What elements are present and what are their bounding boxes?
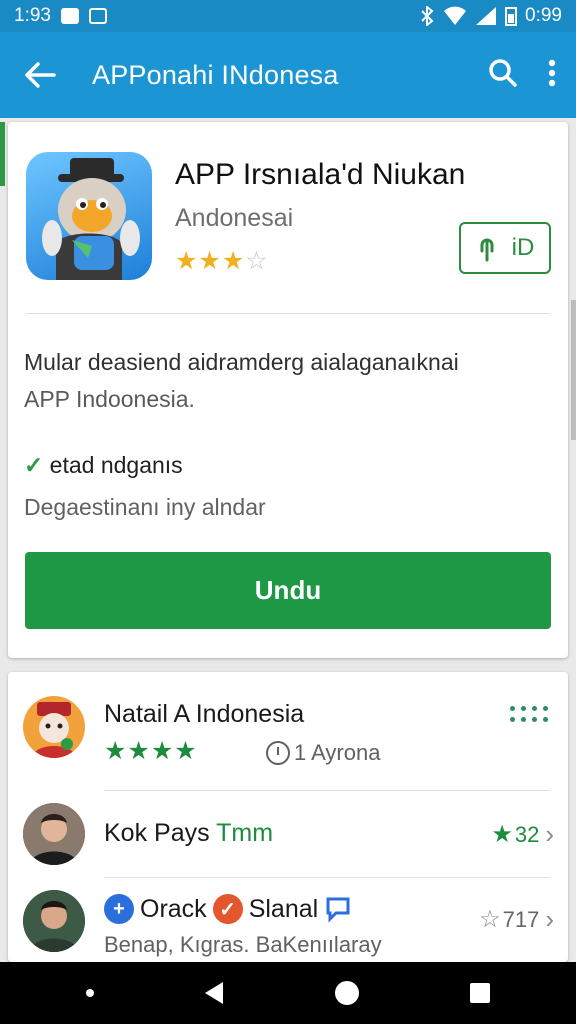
list-item-title-b: Slanal [248, 894, 319, 923]
avatar [23, 803, 85, 865]
plus-icon: + [104, 894, 134, 924]
list-item-title-a: Orack [140, 894, 207, 923]
note-text: Degaestinanı iny alndar [24, 494, 266, 520]
list-item-title-a: Kok Pays [104, 819, 217, 847]
developer-name[interactable]: Andonesai [175, 204, 293, 233]
feature-label: etad ndganıs [49, 452, 183, 478]
mascot-icon [42, 158, 140, 280]
rating-value: 32 [514, 821, 540, 847]
list-item[interactable]: Kok Pays Tmm ★ 32 › [8, 791, 568, 877]
list-item[interactable]: + Orack ✓ Slanal Benap, Kıgras. BaKenııl… [8, 878, 568, 962]
check-badge-icon: ✓ [212, 894, 243, 924]
check-icon: ✓ [24, 452, 44, 478]
star-outline-icon: ☆ [245, 247, 269, 275]
scroll-indicator [571, 300, 576, 440]
description-line-1: Mular deasiend aidramderg aialaganaıknai [24, 349, 459, 375]
touch-icon [480, 238, 494, 262]
battery-icon [505, 7, 518, 26]
list-item-meta: 1 Ayrona [266, 740, 380, 766]
more-options-button[interactable] [548, 59, 556, 92]
app-description: Mular deasiend aidramderg aialaganaıknai… [24, 344, 544, 418]
feature-item: ✓ etad ndganıs [24, 452, 183, 479]
app-bar-title: APPonahi INdonesa [92, 59, 339, 90]
star-icon: ★ [221, 247, 246, 275]
related-apps-card: Natail A Indonesia ★★★★ 1 Ayrona Kok Pay… [8, 672, 568, 962]
list-item-rating: ★ 32 › [491, 819, 554, 850]
star-outline-icon: ☆ [479, 906, 501, 933]
app-detail-card: APP Irsnıala'd Niukan Andonesai ★★★☆ iD … [8, 122, 568, 658]
install-button[interactable]: Undu [25, 552, 551, 629]
nav-home-icon[interactable] [334, 981, 359, 1005]
search-button[interactable] [488, 58, 518, 93]
mascot-avatar-icon [31, 702, 77, 758]
edge-accent [0, 122, 5, 186]
status-bar: 1:93 0:99 [0, 0, 576, 32]
app-icon [26, 152, 152, 280]
wifi-icon [444, 6, 467, 25]
list-item-title-b: Tmm [216, 819, 274, 847]
search-icon [489, 58, 517, 87]
star-icon: ★ [198, 247, 222, 275]
more-vert-icon [548, 59, 556, 86]
list-item-subtitle: Benap, Kıgras. BaKenıılaray [104, 932, 382, 957]
rating-stars: ★★★☆ [175, 246, 269, 276]
system-nav-bar [0, 962, 576, 1024]
person-avatar-icon [23, 890, 85, 952]
assistant-dot-icon[interactable] [85, 989, 94, 997]
nav-back-icon[interactable] [205, 982, 224, 1004]
apps-grid-icon[interactable] [510, 706, 548, 722]
signal-icon [476, 7, 497, 25]
list-item-title: Kok Pays Tmm [104, 819, 273, 848]
star-icon: ★ [491, 821, 513, 848]
back-button[interactable] [20, 55, 60, 95]
clock-icon [266, 741, 290, 765]
notification-icon [60, 8, 79, 24]
rating-value: 717 [502, 906, 540, 932]
notification-icon-2 [88, 8, 107, 24]
battery-percent: 0:99 [525, 5, 562, 26]
list-item-stars: ★★★★ [104, 737, 198, 765]
divider [26, 313, 550, 314]
list-item-title: + Orack ✓ Slanal [104, 894, 352, 924]
list-item-rating: ☆ 717 › [479, 904, 554, 935]
nav-recents-icon[interactable] [470, 983, 491, 1003]
chat-icon [326, 897, 350, 923]
description-line-2: APP Indoonesia. [24, 386, 195, 412]
arrow-back-icon [25, 62, 56, 88]
share-label: iD [511, 234, 535, 261]
list-item-meta-text: 1 Ayrona [294, 740, 381, 765]
app-bar: APPonahi INdonesa [0, 32, 576, 118]
chevron-right-icon[interactable]: › [545, 904, 554, 935]
avatar [23, 890, 85, 952]
list-item-title: Natail A Indonesia [104, 700, 305, 728]
bluetooth-icon [421, 6, 434, 26]
app-name: APP Irsnıala'd Niukan [175, 158, 466, 191]
status-time: 1:93 [14, 5, 51, 26]
person-avatar-icon [23, 803, 85, 865]
avatar [23, 696, 85, 758]
chevron-right-icon[interactable]: › [545, 819, 554, 850]
list-item[interactable]: Natail A Indonesia ★★★★ 1 Ayrona [8, 672, 568, 790]
share-button[interactable]: iD [459, 222, 551, 274]
star-icon: ★ [175, 247, 199, 275]
